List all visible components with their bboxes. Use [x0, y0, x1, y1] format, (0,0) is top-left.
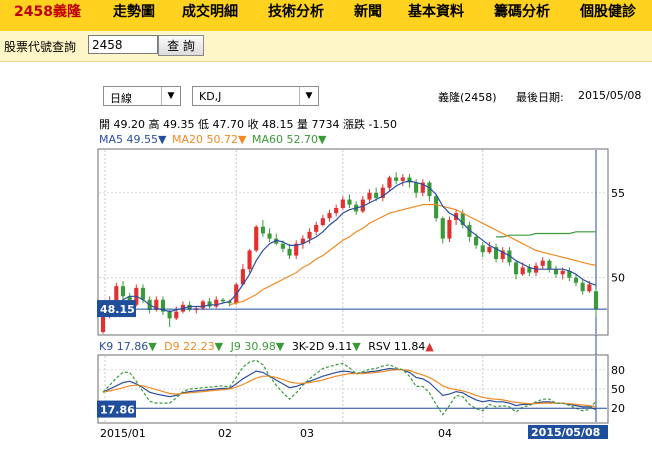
- x-axis-tick: 02: [218, 427, 232, 440]
- candle-body: [520, 267, 525, 275]
- candle-body: [140, 287, 146, 300]
- stock-chart: 55 50 80 50 20 2015/01 02 03 04 2015/05/08 48.15 17…: [97, 148, 625, 440]
- candle-body: [540, 260, 545, 266]
- current-price-label: 48.15: [100, 303, 135, 316]
- kd-axis-tick: 20: [611, 402, 625, 415]
- price-panel-frame: [97, 148, 609, 336]
- candle-body: [447, 219, 452, 239]
- price-axis-tick: 55: [611, 187, 625, 200]
- candle-body: [174, 311, 179, 319]
- candle-body: [573, 277, 579, 283]
- candle-body: [334, 208, 339, 214]
- candle-body: [100, 315, 106, 332]
- candle-body: [387, 177, 392, 188]
- candle-body: [287, 248, 292, 256]
- candle-body: [214, 299, 219, 307]
- candle-body: [114, 286, 119, 302]
- candle-body: [220, 299, 225, 302]
- candle-body: [347, 199, 352, 205]
- candle-body: [340, 199, 345, 209]
- candle-body: [440, 218, 445, 239]
- candle-body: [320, 218, 325, 226]
- kd-axis-tick: 50: [611, 383, 625, 396]
- candle-body: [167, 311, 172, 319]
- candle-body: [400, 177, 405, 181]
- x-axis-tick: 04: [438, 427, 452, 440]
- candle-body: [367, 192, 372, 200]
- candle-body: [280, 243, 285, 249]
- candle-body: [254, 226, 259, 251]
- candle-body: [560, 270, 565, 275]
- candle-body: [394, 177, 399, 181]
- candle-body: [414, 182, 419, 193]
- current-date-label: 2015/05/08: [531, 426, 600, 439]
- x-axis-tick: 03: [300, 427, 314, 440]
- candle-body: [587, 284, 592, 292]
- candle-body: [120, 286, 126, 297]
- current-k-label: 17.86: [100, 404, 135, 417]
- candle-body: [480, 245, 485, 253]
- candle-body: [327, 213, 332, 219]
- price-axis-tick: 50: [611, 272, 625, 285]
- candle-body: [474, 236, 479, 246]
- candle-body: [434, 196, 439, 219]
- candle-body: [314, 225, 319, 232]
- candle-body: [513, 262, 519, 275]
- candle-body: [307, 231, 312, 239]
- candle-body: [553, 269, 559, 275]
- candle-body: [593, 291, 599, 310]
- kd-axis-tick: 80: [611, 364, 625, 377]
- candle-body: [374, 192, 379, 198]
- candle-body: [487, 247, 492, 253]
- candle-body: [547, 260, 552, 270]
- candle-body: [267, 233, 272, 239]
- candle-body: [247, 250, 252, 270]
- candle-body: [200, 301, 205, 309]
- candle-body: [260, 226, 265, 234]
- candle-body: [580, 282, 585, 292]
- x-axis-tick: 2015/01: [100, 427, 146, 440]
